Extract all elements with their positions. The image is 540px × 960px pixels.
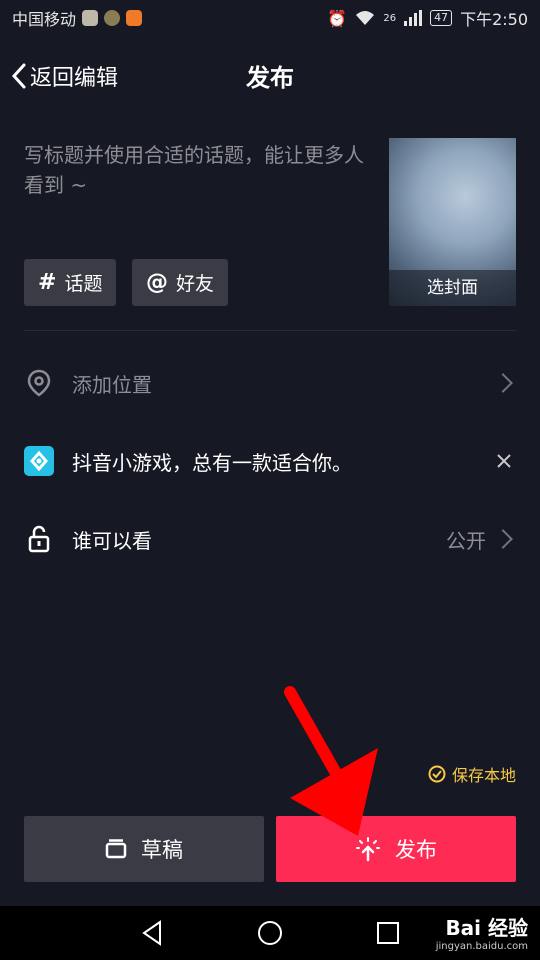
visibility-label: 谁可以看 [72, 528, 152, 553]
alarm-icon: ⏰ [327, 8, 348, 28]
back-nav-icon[interactable] [138, 919, 166, 947]
baidu-watermark: Bai 经验 jingyan.baidu.com [436, 912, 528, 952]
app-notification-icon [104, 10, 121, 26]
friend-label: 好友 [176, 273, 215, 295]
cover-label: 选封面 [389, 270, 516, 306]
wifi-icon [356, 11, 375, 25]
location-pin-icon [24, 368, 54, 398]
check-circle-icon [428, 765, 446, 783]
mini-game-label: 抖音小游戏，总有一款适合你。 [72, 450, 352, 475]
chevron-right-icon [493, 529, 513, 549]
topic-button[interactable]: # 话题 [24, 259, 117, 306]
draft-label: 草稿 [141, 838, 183, 862]
signal-icon [404, 10, 423, 26]
watermark-url: jingyan.baidu.com [435, 941, 528, 952]
carrier-label: 中国移动 [12, 10, 77, 29]
watermark-brand: Bai 经验 [445, 916, 528, 940]
page-title: 发布 [246, 64, 294, 92]
mini-game-row[interactable]: 抖音小游戏，总有一款适合你。 [24, 436, 516, 486]
save-local-toggle[interactable]: 保存本地 [428, 762, 516, 786]
publish-label: 发布 [395, 838, 437, 862]
video-app-icon [126, 10, 143, 26]
battery-indicator: 47 [430, 10, 453, 26]
visibility-row[interactable]: 谁可以看 公开 [24, 514, 516, 564]
at-icon: @ [146, 270, 168, 295]
red-arrow-annotation [284, 686, 378, 836]
draft-button[interactable]: 草稿 [24, 816, 264, 882]
caption-input[interactable]: 写标题并使用合适的话题，能让更多人看到 ~ [24, 140, 374, 200]
cover-selector[interactable]: 选封面 [389, 138, 516, 306]
add-location-label: 添加位置 [72, 372, 152, 397]
mini-game-icon [24, 446, 54, 476]
unlock-icon [24, 524, 54, 554]
network-label: 26 [383, 12, 397, 24]
mention-friend-button[interactable]: @ 好友 [132, 259, 229, 306]
status-bar: 中国移动 ⏰ 26 47 下午2:50 [0, 0, 540, 36]
recents-nav-icon[interactable] [374, 919, 402, 947]
app-notification-icon [82, 10, 99, 26]
chevron-right-icon [493, 373, 513, 393]
clock: 下午2:50 [460, 10, 528, 29]
hashtag-icon: # [38, 270, 57, 295]
header: 返回编辑 发布 [0, 46, 540, 106]
draft-box-icon [105, 839, 127, 859]
visibility-value: 公开 [446, 528, 486, 553]
close-icon[interactable] [492, 449, 516, 473]
home-nav-icon[interactable] [256, 919, 284, 947]
save-local-label: 保存本地 [451, 766, 516, 785]
topic-label: 话题 [64, 273, 103, 295]
divider [24, 330, 516, 331]
add-location-row[interactable]: 添加位置 [24, 358, 516, 408]
